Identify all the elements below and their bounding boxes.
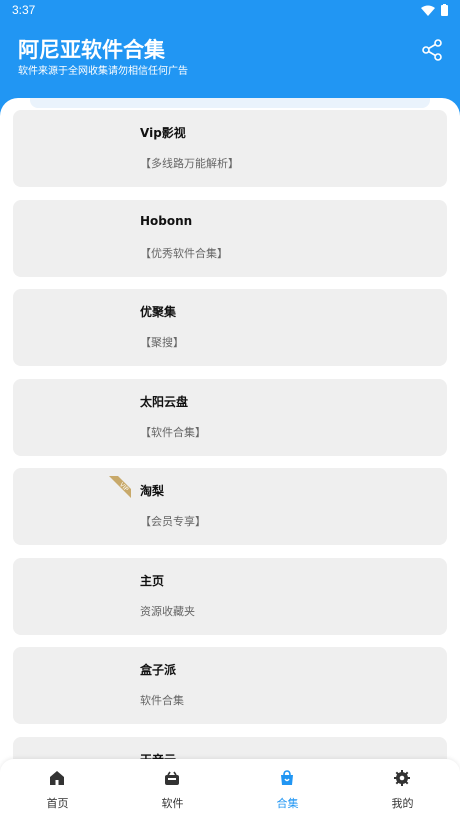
collection-bag-icon <box>281 770 293 785</box>
software-icon <box>165 771 179 785</box>
tab-label: 软件 <box>161 797 184 810</box>
item-description: 资源收藏夹 <box>140 605 195 618</box>
item-title: Hobonn <box>140 214 193 228</box>
tab-collection[interactable]: 合集 <box>230 759 345 819</box>
tab-label: 我的 <box>391 797 414 810</box>
share-icon[interactable] <box>420 38 444 62</box>
item-title: 太阳云盘 <box>140 395 189 409</box>
status-time: 3:37 <box>12 3 36 17</box>
item-description: 【优秀软件合集】 <box>140 247 228 260</box>
list-item[interactable]: Hobonn 【优秀软件合集】 <box>13 200 447 277</box>
wifi-icon <box>421 5 435 16</box>
item-title: 淘梨 <box>140 484 165 498</box>
app-title: 阿尼亚软件合集 <box>18 38 165 62</box>
list-item[interactable]: Vip影视 【多线路万能解析】 <box>13 110 447 187</box>
bottom-tab-bar: 首页 软件 合集 我的 <box>0 759 460 819</box>
item-description: 【会员专享】 <box>140 515 206 528</box>
vip-badge-icon: VIP <box>109 476 131 498</box>
item-description: 【软件合集】 <box>140 426 206 439</box>
tab-label: 合集 <box>276 797 299 810</box>
list-item[interactable]: 太阳云盘 【软件合集】 <box>13 379 447 456</box>
item-description: 【多线路万能解析】 <box>140 157 239 170</box>
tab-profile[interactable]: 我的 <box>345 759 460 819</box>
battery-icon <box>441 4 448 16</box>
home-icon <box>50 771 64 785</box>
item-title: Vip影视 <box>140 126 186 140</box>
list-item[interactable]: VIP 淘梨 【会员专享】 <box>13 468 447 545</box>
header-strip <box>30 98 430 108</box>
item-description: 【聚搜】 <box>140 336 184 349</box>
status-icons <box>421 4 448 16</box>
app-subtitle: 软件来源于全网收集请勿相信任何广告 <box>18 66 188 77</box>
status-bar: 3:37 <box>0 0 460 22</box>
tab-software[interactable]: 软件 <box>115 759 230 819</box>
tab-home[interactable]: 首页 <box>0 759 115 819</box>
list-item[interactable]: 盒子派 软件合集 <box>13 647 447 724</box>
content-sheet: Vip影视 【多线路万能解析】 Hobonn 【优秀软件合集】 优聚集 【聚搜】… <box>0 98 460 819</box>
list-item[interactable]: 优聚集 【聚搜】 <box>13 289 447 366</box>
item-description: 软件合集 <box>140 694 184 707</box>
list-item[interactable]: 主页 资源收藏夹 <box>13 558 447 635</box>
profile-gear-icon <box>394 770 410 786</box>
item-title: 主页 <box>140 574 165 588</box>
item-title: 盒子派 <box>140 663 177 677</box>
tab-label: 首页 <box>46 797 69 810</box>
item-title: 优聚集 <box>140 305 177 319</box>
